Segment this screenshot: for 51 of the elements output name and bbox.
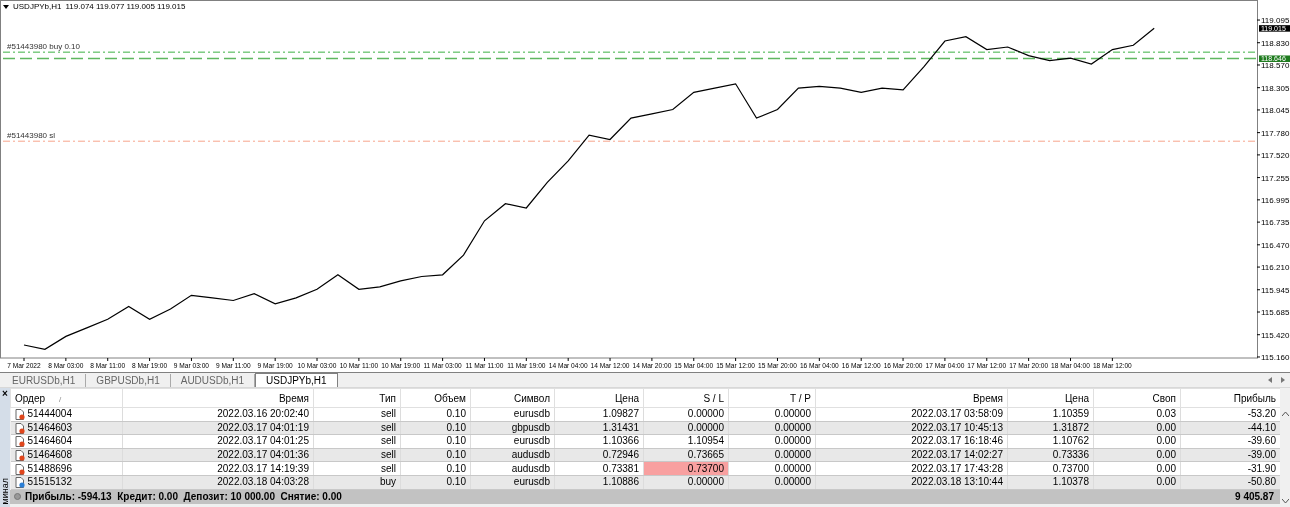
dropdown-icon[interactable] <box>3 4 9 9</box>
panel-title: минал <box>0 477 10 504</box>
table-cell: 51444004 <box>27 408 72 420</box>
table-cell: 51515132 <box>27 476 72 488</box>
column-header[interactable]: Время <box>815 388 1008 408</box>
chart-tab[interactable]: USDJPYb,H1 <box>255 373 338 387</box>
price-axis-label: 115.945 <box>1261 285 1290 295</box>
price-axis-label: 117.520 <box>1261 150 1290 160</box>
column-header[interactable]: Символ <box>470 388 555 408</box>
column-header[interactable]: Цена <box>554 388 644 408</box>
table-cell: 51464608 <box>27 449 72 461</box>
order-line-label: #51443980 sl <box>7 131 56 141</box>
price-axis-label: 117.255 <box>1261 173 1290 183</box>
column-header[interactable]: Прибыль <box>1180 388 1281 408</box>
table-cell: 51488696 <box>27 462 72 474</box>
chart-tab[interactable]: EURUSDb,H1 <box>2 374 87 387</box>
price-axis-label: 116.995 <box>1261 195 1290 205</box>
price-axis-label: 116.735 <box>1261 218 1290 228</box>
price-axis-label: 115.420 <box>1261 330 1290 340</box>
table-cell: 51464603 <box>27 421 72 433</box>
account-summary: Прибыль: -594.13 Кредит: 0.00 Депозит: 10 000.00 Снятие: 0.00 <box>25 491 342 503</box>
column-header[interactable]: Тип <box>313 388 401 408</box>
table-cell: 51464604 <box>27 435 72 447</box>
column-header[interactable]: Своп <box>1093 388 1181 408</box>
price-axis-label: 116.210 <box>1261 263 1290 273</box>
order-line-label: #51443980 buy 0.10 <box>7 42 80 52</box>
chart-symbol: USDJPYb,H1 <box>13 2 62 11</box>
price-axis-label: 119.095 <box>1261 16 1290 26</box>
price-axis-label: 115.685 <box>1261 308 1290 317</box>
price-axis-label: 118.570 <box>1261 61 1290 70</box>
column-header[interactable]: Ордер / <box>10 388 123 408</box>
column-header[interactable]: T / P <box>728 388 816 408</box>
price-axis-label: 118.045 <box>1261 105 1290 115</box>
close-button[interactable]: × <box>2 389 8 399</box>
chart-tab[interactable]: GBPUSDb,H1 <box>86 374 171 387</box>
column-header[interactable]: Объем <box>400 388 471 408</box>
price-axis-label: 115.160 <box>1261 352 1290 362</box>
price-axis-label: 118.830 <box>1261 38 1290 48</box>
price-axis-label: 118.305 <box>1261 83 1290 93</box>
status-icon <box>14 493 21 501</box>
column-header[interactable]: S / L <box>643 388 729 408</box>
column-header[interactable]: Время <box>122 388 314 408</box>
chart-ohlc: 119.074 119.077 119.005 119.015 <box>65 2 186 11</box>
column-header[interactable]: Цена <box>1007 388 1094 408</box>
balance-value: 9 405.87 <box>1235 491 1275 503</box>
price-axis-label: 117.780 <box>1261 128 1290 138</box>
scroll-up-icon[interactable] <box>1281 412 1289 416</box>
scroll-right-icon[interactable] <box>1279 375 1287 385</box>
scroll-left-icon[interactable] <box>1266 375 1274 385</box>
scroll-down-icon[interactable] <box>1281 499 1289 503</box>
price-axis-label: 116.470 <box>1261 240 1290 250</box>
